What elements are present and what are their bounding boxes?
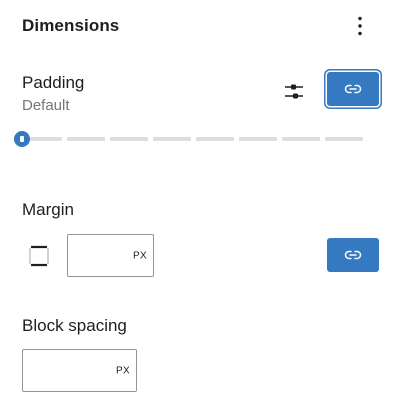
link-icon [344,84,362,94]
padding-slider-thumb[interactable] [14,131,30,147]
options-button[interactable] [348,10,372,42]
margin-label: Margin [22,200,74,219]
block-spacing-unit[interactable]: PX [116,365,130,376]
panel-title: Dimensions [22,16,120,35]
margin-sides-button[interactable] [26,243,52,269]
custom-values-toggle[interactable] [282,80,306,104]
slider-step [196,137,234,141]
slider-step [282,137,320,141]
block-spacing-label: Block spacing [22,316,127,335]
vertical-ellipsis-icon [358,16,362,36]
padding-label: Padding [22,73,85,92]
padding-value-label: Default [22,97,70,114]
slider-step [153,137,191,141]
sliders-icon [285,84,303,99]
slider-step [325,137,363,141]
block-spacing-input[interactable]: PX [22,349,137,392]
padding-slider-track[interactable] [22,137,366,141]
margin-link-button[interactable] [327,238,379,272]
padding-link-button[interactable] [327,72,379,106]
slider-step [110,137,148,141]
slider-step [239,137,277,141]
sides-axial-icon [29,245,49,267]
margin-input[interactable]: PX [67,234,154,277]
link-icon [344,250,362,260]
slider-step [67,137,105,141]
margin-unit[interactable]: PX [133,250,147,261]
